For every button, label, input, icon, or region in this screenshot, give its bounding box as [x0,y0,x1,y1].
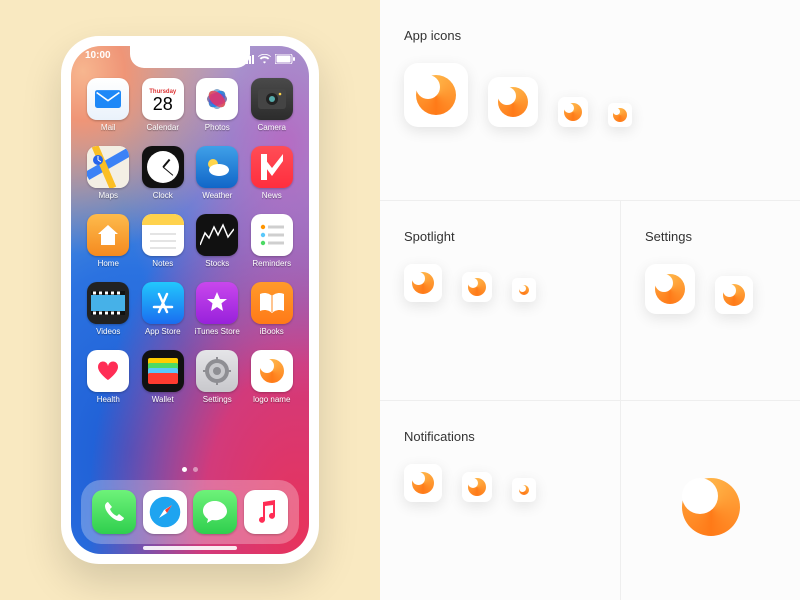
phone-screen: 10:00 Mail Thursday28Calendar Photos Cam… [71,46,309,554]
ring-icon [613,108,627,122]
wallet-icon [148,358,178,384]
ring-icon [564,103,582,121]
app-custom-logo[interactable]: .logo .ring::after{width:14px;height:14p… [249,350,296,404]
app-icon-large [404,63,468,127]
section-title: App icons [404,28,776,43]
dock-safari[interactable] [143,490,187,534]
app-clock[interactable]: Clock [140,146,187,200]
app-wallet[interactable]: Wallet [140,350,187,404]
mail-icon [95,90,121,108]
standalone-ring: .c5 .ring::after{width:36px;height:36px} [682,478,740,536]
dock-phone[interactable] [92,490,136,534]
app-photos[interactable]: Photos [194,78,241,132]
weather-icon [202,156,232,178]
app-videos[interactable]: Videos [85,282,132,336]
app-mail[interactable]: Mail [85,78,132,132]
spotlight-icon-1 [404,264,442,302]
spec-sheet: App icons Spotlight Settings Notificatio… [380,0,800,600]
ring-icon [519,285,529,295]
section-spotlight: Spotlight [380,200,620,400]
app-stocks[interactable]: Stocks [194,214,241,268]
app-reminders[interactable]: Reminders [249,214,296,268]
ring-icon [498,87,528,117]
ring-icon: .logo .ring::after{width:14px;height:14p… [260,359,284,383]
app-news[interactable]: News [249,146,296,200]
ring-icon [416,75,456,115]
ring-icon: .c5 .ring::after{width:36px;height:36px} [682,478,740,536]
camera-icon [258,89,286,109]
home-indicator[interactable] [143,546,237,550]
page-dot-1[interactable] [182,467,187,472]
home-screen-grid: Mail Thursday28Calendar Photos Camera Ma… [71,78,309,404]
app-maps[interactable]: Maps [85,146,132,200]
phone-icon [103,501,125,523]
dock-music[interactable] [244,490,288,534]
app-settings[interactable]: Settings [194,350,241,404]
star-icon [205,291,229,315]
page-dot-2[interactable] [193,467,198,472]
home-icon [96,223,120,247]
section-app-icons: App icons [380,0,800,200]
app-appstore[interactable]: App Store [140,282,187,336]
app-ibooks[interactable]: iBooks [249,282,296,336]
phone-frame: 10:00 Mail Thursday28Calendar Photos Cam… [61,36,319,564]
dock [81,480,299,544]
stocks-icon [200,223,234,247]
spotlight-icon-2 [462,272,492,302]
book-icon [259,292,285,314]
app-itunes[interactable]: iTunes Store [194,282,241,336]
maps-icon [87,146,129,188]
section-title: Notifications [404,429,596,444]
section-notifications: Notifications [380,400,620,600]
ring-icon [723,284,745,306]
section-settings: Settings [620,200,800,400]
music-note-icon [256,500,276,524]
app-camera[interactable]: Camera [249,78,296,132]
calendar-day: 28 [153,95,173,113]
section-standalone-ring: .c5 .ring::after{width:36px;height:36px} [620,400,800,600]
compass-icon [147,494,183,530]
app-home[interactable]: Home [85,214,132,268]
clock-icon [147,151,179,183]
notification-icon-3 [512,478,536,502]
section-title: Spotlight [404,229,596,244]
wifi-icon [258,54,271,64]
gear-icon [202,356,232,386]
notification-icon-1 [404,464,442,502]
ring-icon [519,485,529,495]
phone-mockup-backdrop: 10:00 Mail Thursday28Calendar Photos Cam… [0,0,380,600]
section-title: Settings [645,229,776,244]
ring-icon [655,274,685,304]
news-icon [261,154,283,180]
settings-icon-1 [645,264,695,314]
videos-icon [91,291,125,315]
spotlight-icon-3 [512,278,536,302]
app-icon-medium [488,77,538,127]
status-time: 10:00 [85,50,111,68]
phone-notch [130,46,250,68]
notification-icon-2 [462,472,492,502]
ring-icon [412,272,434,294]
battery-icon [275,54,295,64]
appstore-icon [150,290,176,316]
speech-bubble-icon [202,500,228,524]
page-indicator [71,467,309,472]
app-weather[interactable]: Weather [194,146,241,200]
reminders-icon [257,220,287,250]
dock-messages[interactable] [193,490,237,534]
ring-icon [468,278,486,296]
notes-icon [142,214,184,256]
ring-icon [468,478,486,496]
app-notes[interactable]: Notes [140,214,187,268]
settings-icon-2 [715,276,753,314]
app-health[interactable]: Health [85,350,132,404]
photos-icon [202,84,232,114]
app-icon-small [558,97,588,127]
ring-icon [412,472,434,494]
app-calendar[interactable]: Thursday28Calendar [140,78,187,132]
app-icon-xsmall [608,103,632,127]
heart-icon [97,361,119,381]
